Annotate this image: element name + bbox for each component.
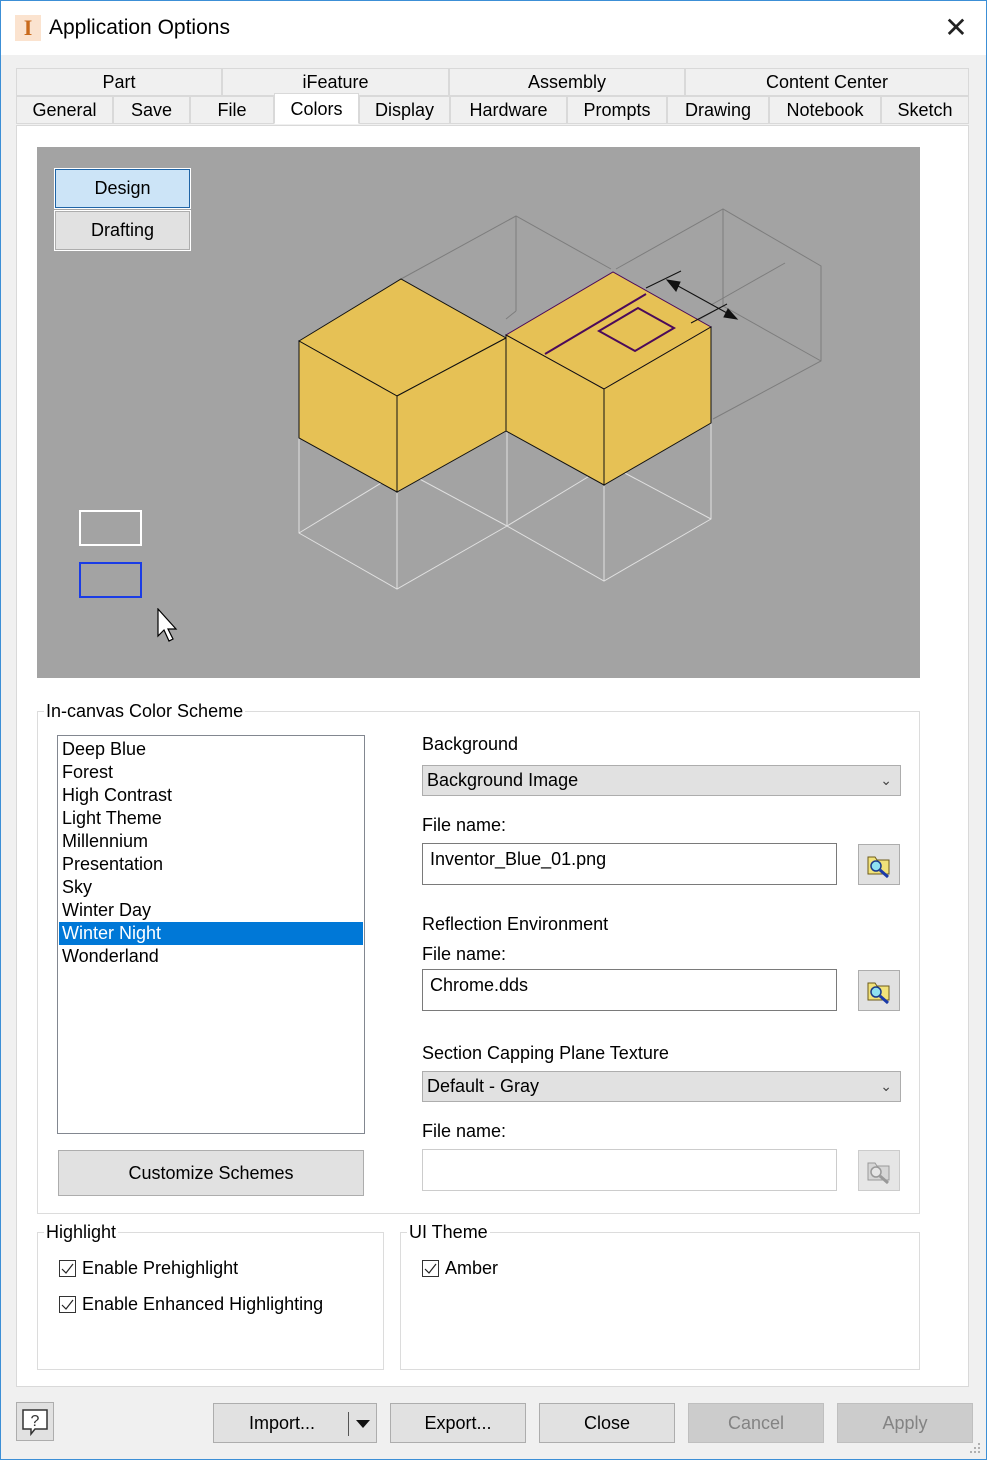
folder-search-icon xyxy=(867,1162,890,1184)
cancel-button[interactable]: Cancel xyxy=(688,1403,824,1443)
import-dropdown-button[interactable] xyxy=(348,1403,377,1443)
tab-strip: Part iFeature Assembly Content Center Ge… xyxy=(16,68,969,126)
amber-theme-checkbox[interactable]: Amber xyxy=(422,1258,498,1279)
background-dropdown[interactable]: Background Image ⌄ xyxy=(422,765,901,796)
tab-save[interactable]: Save xyxy=(113,96,190,124)
left-cube xyxy=(298,278,508,493)
enable-prehighlight-checkbox[interactable]: Enable Prehighlight xyxy=(59,1258,238,1279)
tab-colors[interactable]: Colors xyxy=(274,93,359,124)
preview-model-illustration xyxy=(298,208,822,590)
window-title: Application Options xyxy=(49,16,230,39)
scheme-item-presentation[interactable]: Presentation xyxy=(59,853,363,876)
tab-part[interactable]: Part xyxy=(16,68,222,96)
caret-down-icon xyxy=(356,1420,370,1428)
resize-grip-icon[interactable] xyxy=(970,1443,980,1453)
drafting-mode-button[interactable]: Drafting xyxy=(54,210,191,251)
background-file-input[interactable]: Inventor_Blue_01.png xyxy=(422,843,837,885)
section-capping-file-input[interactable] xyxy=(422,1149,837,1191)
preview-selection-box-blue xyxy=(79,562,142,598)
amber-theme-label: Amber xyxy=(445,1258,499,1278)
scheme-item-high-contrast[interactable]: High Contrast xyxy=(59,784,363,807)
svg-text:?: ? xyxy=(31,1413,40,1430)
chevron-down-icon: ⌄ xyxy=(880,772,892,788)
app-icon-glyph: I xyxy=(23,15,33,40)
tab-content-center[interactable]: Content Center xyxy=(685,68,969,96)
folder-search-icon xyxy=(867,856,890,878)
color-scheme-group-label: In-canvas Color Scheme xyxy=(44,701,246,722)
background-label: Background xyxy=(422,734,519,754)
mouse-pointer-icon xyxy=(157,608,178,642)
title-bar: I Application Options ✕ xyxy=(1,1,986,55)
application-options-dialog: I Application Options ✕ Part iFeature As… xyxy=(0,0,987,1460)
scheme-item-winter-night[interactable]: Winter Night xyxy=(59,922,363,945)
background-file-label: File name: xyxy=(422,815,507,835)
close-icon[interactable]: ✕ xyxy=(941,13,971,43)
customize-schemes-button[interactable]: Customize Schemes xyxy=(58,1150,364,1196)
tab-display[interactable]: Display xyxy=(359,96,450,124)
section-capping-label: Section Capping Plane Texture xyxy=(422,1043,669,1063)
highlight-group-label: Highlight xyxy=(44,1222,119,1243)
export-button[interactable]: Export... xyxy=(390,1403,526,1443)
help-icon: ? xyxy=(22,1408,48,1436)
close-button[interactable]: Close xyxy=(539,1403,675,1443)
folder-search-icon xyxy=(867,982,890,1004)
tab-ifeature[interactable]: iFeature xyxy=(222,68,449,96)
tab-notebook[interactable]: Notebook xyxy=(769,96,881,124)
reflection-browse-button[interactable] xyxy=(858,970,900,1011)
inventor-app-icon: I xyxy=(15,15,41,41)
scheme-item-light-theme[interactable]: Light Theme xyxy=(59,807,363,830)
section-capping-browse-button[interactable] xyxy=(858,1150,900,1191)
chevron-down-icon: ⌄ xyxy=(880,1078,892,1094)
preview-selection-box-white xyxy=(79,510,142,546)
background-browse-button[interactable] xyxy=(858,844,900,885)
tab-row-top: Part iFeature Assembly Content Center xyxy=(16,68,969,96)
ui-theme-group-label: UI Theme xyxy=(407,1222,490,1243)
checkbox-checked-icon[interactable] xyxy=(59,1296,76,1313)
reflection-file-input[interactable]: Chrome.dds xyxy=(422,969,837,1011)
design-mode-button[interactable]: Design xyxy=(54,168,191,209)
scheme-item-wonderland[interactable]: Wonderland xyxy=(59,945,363,968)
tab-prompts[interactable]: Prompts xyxy=(567,96,667,124)
tab-file[interactable]: File xyxy=(190,96,274,124)
import-button[interactable]: Import... xyxy=(213,1403,350,1443)
apply-button[interactable]: Apply xyxy=(837,1403,973,1443)
reflection-file-label: File name: xyxy=(422,944,507,964)
reflection-label: Reflection Environment xyxy=(422,914,609,934)
scheme-item-sky[interactable]: Sky xyxy=(59,876,363,899)
ui-theme-group xyxy=(400,1232,920,1370)
right-cube xyxy=(504,271,713,486)
section-capping-file-label: File name: xyxy=(422,1121,507,1141)
tab-row-bottom: General Save File Colors Display Hardwar… xyxy=(16,93,969,124)
checkbox-checked-icon[interactable] xyxy=(59,1260,76,1277)
scheme-item-millennium[interactable]: Millennium xyxy=(59,830,363,853)
enable-enhanced-highlighting-checkbox[interactable]: Enable Enhanced Highlighting xyxy=(59,1294,323,1315)
enable-prehighlight-label: Enable Prehighlight xyxy=(82,1258,239,1278)
section-capping-dropdown[interactable]: Default - Gray ⌄ xyxy=(422,1071,901,1102)
scheme-item-deep-blue[interactable]: Deep Blue xyxy=(59,738,363,761)
checkbox-checked-icon[interactable] xyxy=(422,1260,439,1277)
tab-sketch[interactable]: Sketch xyxy=(881,96,969,124)
enable-enhanced-highlighting-label: Enable Enhanced Highlighting xyxy=(82,1294,324,1314)
tab-general[interactable]: General xyxy=(16,96,113,124)
background-dropdown-value: Background Image xyxy=(427,770,579,790)
scheme-item-winter-day[interactable]: Winter Day xyxy=(59,899,363,922)
tab-hardware[interactable]: Hardware xyxy=(450,96,567,124)
help-button[interactable]: ? xyxy=(16,1402,54,1441)
tab-drawing[interactable]: Drawing xyxy=(667,96,769,124)
tab-assembly[interactable]: Assembly xyxy=(449,68,685,96)
section-capping-dropdown-value: Default - Gray xyxy=(427,1076,540,1096)
color-scheme-listbox[interactable]: Deep Blue Forest High Contrast Light The… xyxy=(57,735,365,1134)
scheme-item-forest[interactable]: Forest xyxy=(59,761,363,784)
